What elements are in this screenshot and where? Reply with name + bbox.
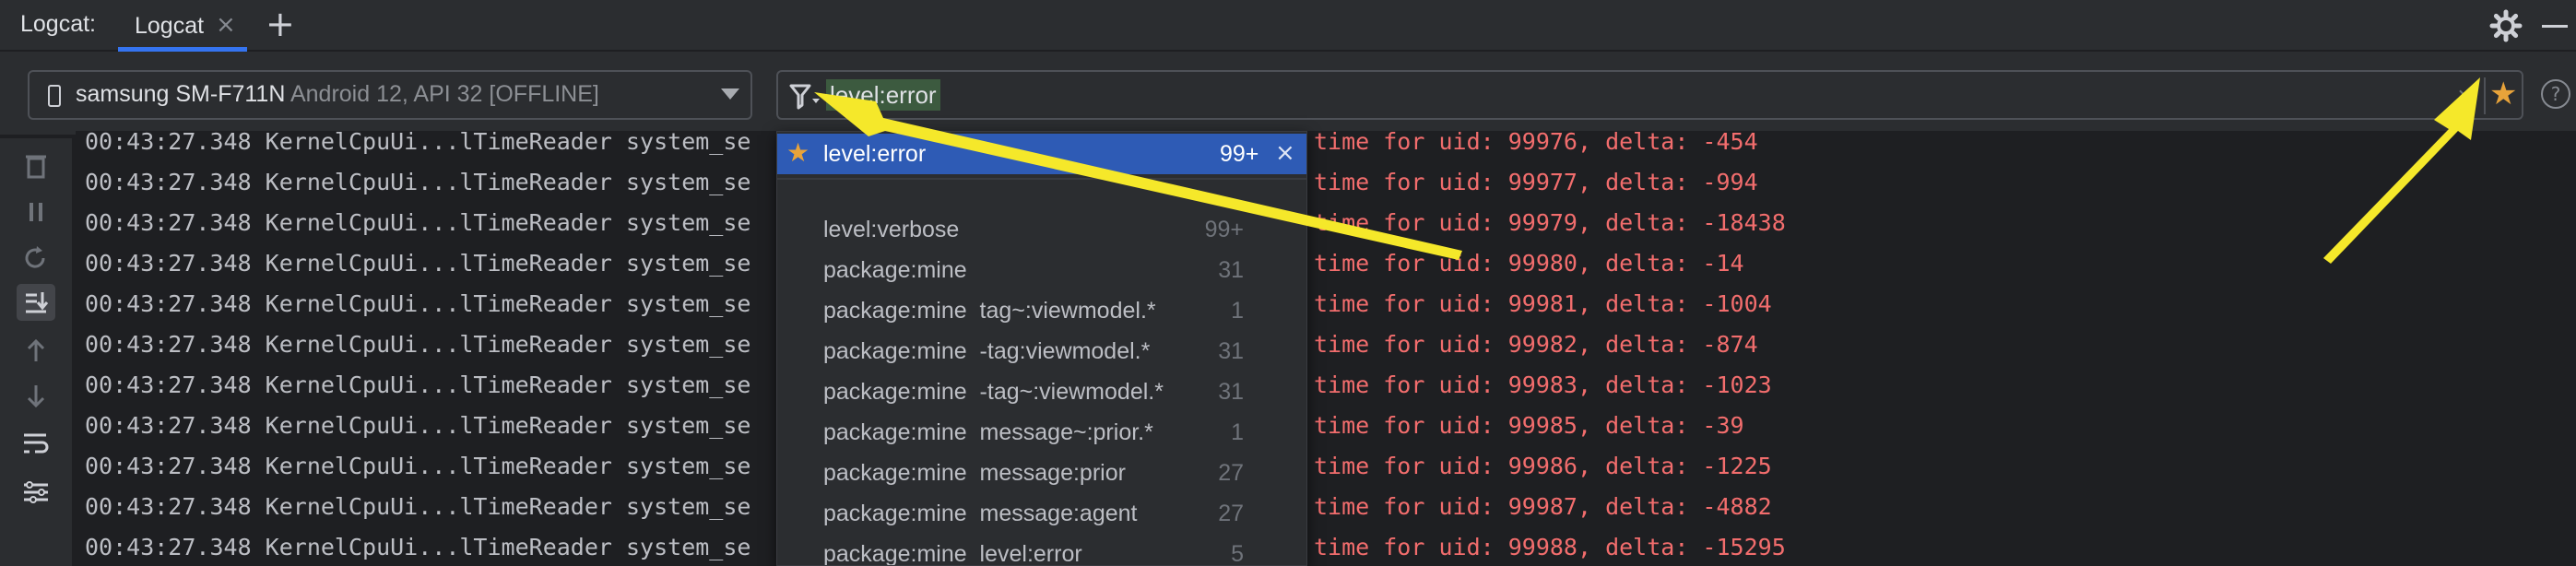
up-icon[interactable] [17, 332, 55, 369]
popup-divider [777, 178, 1306, 180]
log-line: 00:43:27.348 KernelCpuUi...lTimeReader s… [85, 453, 1772, 479]
popup-item-count: 99+ [1220, 141, 1259, 167]
star-icon: ★ [786, 137, 810, 168]
scroll-to-end-icon[interactable] [17, 284, 55, 321]
settings-icon[interactable] [17, 474, 55, 511]
popup-item[interactable]: package:mine message~:prior.* 1 [823, 412, 1303, 453]
tab-label: Logcat [135, 13, 205, 39]
add-tab-button[interactable]: + [266, 4, 295, 44]
log-line: 00:43:27.348 KernelCpuUi...lTimeReader s… [85, 371, 1772, 398]
pause-icon[interactable] [17, 194, 55, 230]
popup-item-selected[interactable]: ★ level:error 99+ × [777, 134, 1306, 174]
filter-input[interactable]: level:error × ★ [776, 70, 2523, 120]
popup-item[interactable]: package:mine -tag:viewmodel.* 31 [823, 331, 1303, 371]
tab-logcat[interactable]: Logcat × [118, 4, 247, 52]
log-line: 00:43:27.348 KernelCpuUi...lTimeReader s… [85, 412, 1744, 439]
log-line: 00:43:27.348 KernelCpuUi...lTimeReader s… [85, 534, 1786, 560]
chevron-down-icon [721, 88, 739, 100]
left-toolbar [0, 138, 74, 566]
popup-item[interactable]: package:mine level:error 5 [823, 534, 1303, 565]
popup-item[interactable]: package:mine message:prior 27 [823, 453, 1303, 493]
tab-close-icon[interactable]: × [216, 11, 236, 39]
tool-window-header: Logcat: Logcat × + [0, 0, 2576, 52]
filter-history-popup: ★ level:error 99+ × level:verbose 99+ pac… [776, 131, 1307, 566]
clear-filter-icon[interactable]: × [2456, 83, 2475, 109]
log-line: 00:43:27.348 KernelCpuUi...lTimeReader s… [85, 290, 1772, 317]
phone-icon [48, 85, 61, 107]
divider [2484, 77, 2486, 114]
popup-item[interactable]: package:mine message:agent 27 [823, 493, 1303, 534]
device-label: samsung SM-F711N Android 12, API 32 [OFF… [76, 81, 599, 108]
filter-icon[interactable] [789, 83, 821, 111]
soft-wrap-icon[interactable] [17, 424, 55, 461]
popup-item-label: level:error [823, 141, 927, 167]
trash-icon[interactable] [17, 147, 55, 184]
popup-item[interactable]: package:mine tag~:viewmodel.* 1 [823, 290, 1303, 331]
log-line: 00:43:27.348 KernelCpuUi...lTimeReader s… [85, 250, 1744, 277]
down-icon[interactable] [17, 378, 55, 415]
star-icon[interactable]: ★ [2489, 76, 2517, 112]
tab-active-indicator [118, 47, 247, 52]
log-view[interactable]: 00:43:27.348 KernelCpuUi...lTimeReader s… [76, 131, 2576, 566]
gear-icon[interactable] [2489, 9, 2523, 42]
log-line: 00:43:27.348 KernelCpuUi...lTimeReader s… [85, 169, 1758, 195]
popup-item[interactable]: package:mine -tag~:viewmodel.* 31 [823, 371, 1303, 412]
log-line: 00:43:27.348 KernelCpuUi...lTimeReader s… [85, 331, 1758, 358]
popup-item[interactable]: level:verbose 99+ [823, 209, 1303, 250]
remove-item-icon[interactable]: × [1275, 139, 1295, 167]
filter-query: level:error [826, 79, 940, 111]
device-selector[interactable]: samsung SM-F711N Android 12, API 32 [OFF… [28, 70, 752, 120]
log-line: 00:43:27.348 KernelCpuUi...lTimeReader s… [85, 131, 1758, 155]
popup-item[interactable]: package:mine 31 [823, 250, 1303, 290]
log-line: 00:43:27.348 KernelCpuUi...lTimeReader s… [85, 209, 1786, 236]
help-icon[interactable]: ? [2541, 79, 2570, 109]
tool-window-title: Logcat: [20, 11, 97, 37]
device-detail: Android 12, API 32 [OFFLINE] [285, 81, 599, 107]
log-line: 00:43:27.348 KernelCpuUi...lTimeReader s… [85, 493, 1772, 520]
device-name: samsung SM-F711N [76, 81, 286, 107]
minimize-icon[interactable] [2542, 25, 2568, 28]
restart-icon[interactable] [17, 240, 55, 277]
